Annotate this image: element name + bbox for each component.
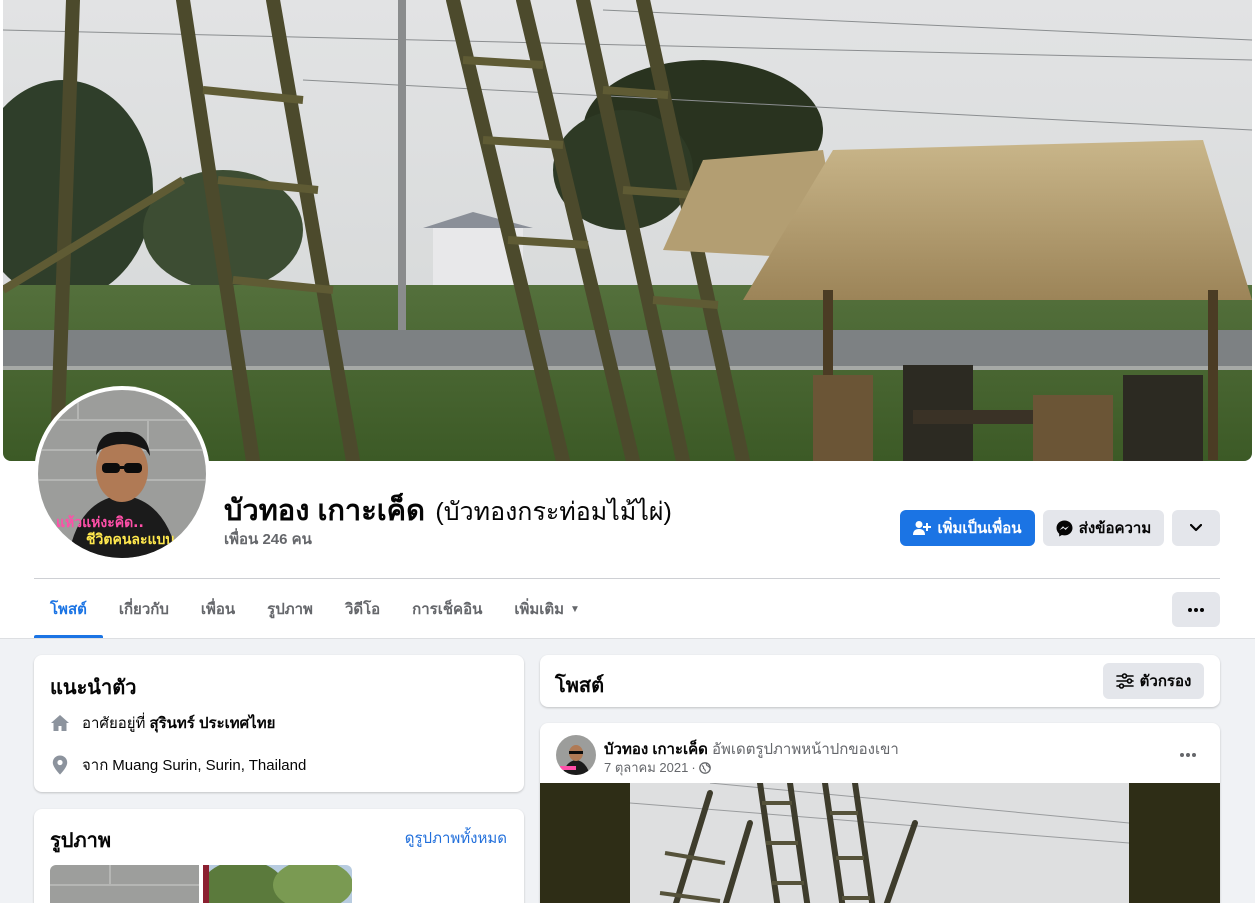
header-divider — [34, 578, 1220, 579]
post-author-name[interactable]: บัวทอง เกาะเค็ด — [604, 741, 708, 758]
messenger-icon — [1056, 520, 1073, 536]
lives-in-prefix: อาศัยอยู่ที่ — [82, 715, 146, 732]
intro-title: แนะนำตัว — [50, 677, 137, 699]
chevron-down-icon — [1190, 524, 1202, 532]
tab-label: รูปภาพ — [267, 601, 313, 618]
message-label: ส่งข้อความ — [1078, 520, 1152, 537]
posts-title: โพสต์ — [555, 675, 605, 697]
intro-card: แนะนำตัว อาศัยอยู่ที่ สุรินทร์ ประเทศไทย… — [34, 655, 524, 792]
add-friend-icon — [913, 521, 932, 535]
tab-photos[interactable]: รูปภาพ — [251, 580, 329, 638]
tab-videos[interactable]: วิดีโอ — [329, 580, 396, 638]
meta-separator: · — [691, 760, 696, 775]
avatar: แห้วแห่งะคิด.. ชีวิตคนละแบบ.. — [38, 390, 206, 558]
profile-header: แห้วแห่งะคิด.. ชีวิตคนละแบบ.. บัวทอง เกา… — [0, 0, 1255, 639]
post-date[interactable]: 7 ตุลาคม 2021 — [604, 757, 688, 778]
post-photo-image — [630, 783, 1129, 903]
location-pin-icon — [50, 755, 70, 775]
post-photo[interactable] — [540, 783, 1220, 903]
profile-tabs: โพสต์ เกี่ยวกับ เพื่อน รูปภาพ วิดีโอ การ… — [34, 580, 596, 638]
post-card: บัวทอง เกาะเค็ด อัพเดตรูปภาพหน้าปกของเขา … — [540, 723, 1220, 903]
avatar-caption-1: แห้วแห่งะคิด.. — [56, 515, 144, 531]
caret-down-icon: ▼ — [570, 603, 580, 615]
profile-avatar[interactable]: แห้วแห่งะคิด.. ชีวิตคนละแบบ.. — [34, 386, 210, 562]
intro-from: จาก Muang Surin, Surin, Thailand — [50, 753, 306, 777]
tab-about[interactable]: เกี่ยวกับ — [103, 580, 185, 638]
tab-more[interactable]: เพิ่มเติม ▼ — [498, 580, 596, 638]
tab-friends[interactable]: เพื่อน — [185, 580, 251, 638]
post-author-avatar[interactable] — [556, 735, 596, 775]
profile-name-main: บัวทอง เกาะเค็ด — [224, 495, 425, 527]
see-all-photos-link[interactable]: ดูรูปภาพทั้งหมด — [405, 826, 507, 850]
post-meta: 7 ตุลาคม 2021 · — [604, 757, 711, 778]
add-friend-button[interactable]: เพิ่มเป็นเพื่อน — [900, 510, 1035, 546]
posts-header-card: โพสต์ ตัวกรอง — [540, 655, 1220, 707]
message-button[interactable]: ส่งข้อความ — [1043, 510, 1164, 546]
profile-alternate-name: (บัวทองกระท่อมไม้ไผ่) — [435, 498, 672, 526]
lives-in-place[interactable]: สุรินทร์ ประเทศไทย — [149, 711, 275, 735]
tab-label: เพื่อน — [200, 601, 236, 618]
tab-label: การเช็คอิน — [412, 601, 483, 618]
tabs-more-button[interactable] — [1172, 592, 1220, 627]
cover-photo[interactable] — [3, 0, 1252, 461]
tab-label: เพิ่มเติม — [514, 601, 565, 618]
more-dots-icon — [1188, 607, 1204, 612]
filter-button[interactable]: ตัวกรอง — [1103, 663, 1204, 699]
photos-title: รูปภาพ — [50, 830, 112, 852]
post-options-button[interactable] — [1170, 737, 1206, 773]
from-prefix: จาก — [82, 757, 109, 774]
profile-options-button[interactable] — [1172, 510, 1220, 546]
friends-count[interactable]: เพื่อน 246 คน — [224, 527, 312, 551]
from-place[interactable]: Muang Surin, Surin, Thailand — [112, 757, 306, 774]
tab-label: วิดีโอ — [344, 601, 381, 618]
tab-check-ins[interactable]: การเช็คอิน — [396, 580, 498, 638]
photos-card: รูปภาพ ดูรูปภาพทั้งหมด — [34, 809, 524, 903]
tab-posts[interactable]: โพสต์ — [34, 580, 103, 638]
photo-thumbnail[interactable] — [50, 865, 199, 903]
home-icon — [50, 713, 70, 733]
more-dots-icon — [1180, 753, 1196, 757]
add-friend-label: เพิ่มเป็นเพื่อน — [937, 520, 1022, 537]
intro-lives-in: อาศัยอยู่ที่ สุรินทร์ ประเทศไทย — [50, 711, 275, 735]
avatar-caption-2: ชีวิตคนละแบบ.. — [86, 532, 185, 548]
filter-label: ตัวกรอง — [1139, 673, 1192, 690]
photo-thumbnail[interactable] — [203, 865, 352, 903]
globe-icon — [698, 761, 711, 774]
tab-label: เกี่ยวกับ — [118, 601, 169, 618]
tab-label: โพสต์ — [50, 601, 87, 618]
post-action-text: อัพเดตรูปภาพหน้าปกของเขา — [711, 741, 899, 758]
filter-icon — [1115, 673, 1134, 689]
